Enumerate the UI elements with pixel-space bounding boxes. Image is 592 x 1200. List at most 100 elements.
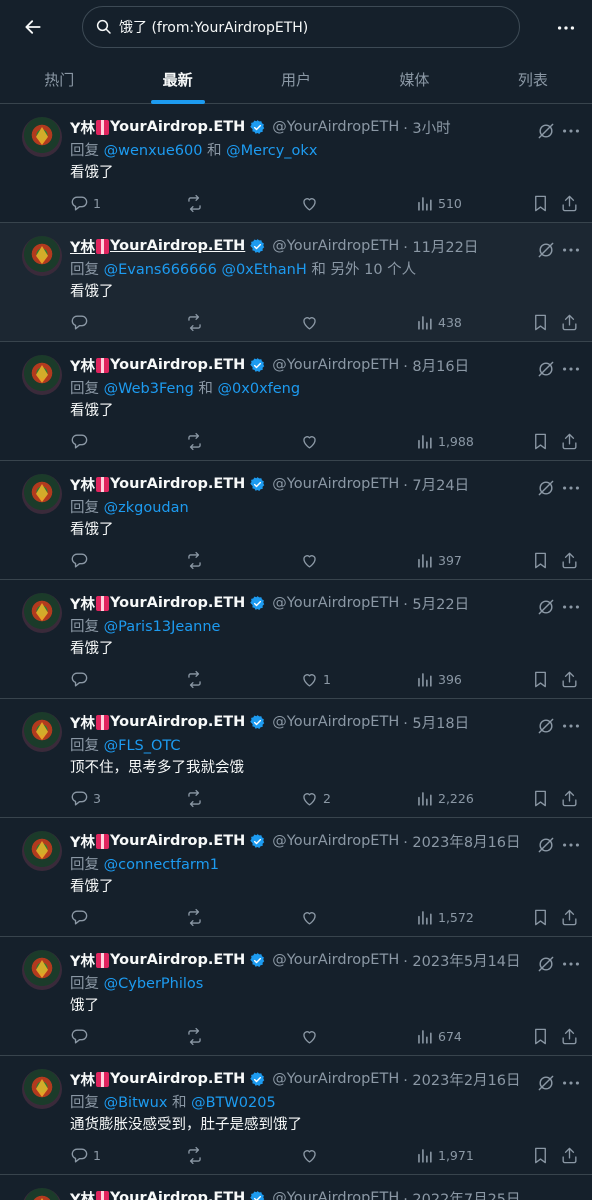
bookmark-button[interactable] [531, 429, 550, 453]
tweet[interactable]: Y林 YourAirdrop.ETH @YourAirdropETH · 11月… [0, 223, 592, 342]
mention-link[interactable]: @Web3Feng [104, 381, 194, 397]
tweet-more-button[interactable] [560, 120, 582, 140]
share-button[interactable] [560, 191, 579, 215]
author-name-suffix[interactable]: YourAirdrop.ETH [110, 119, 245, 135]
tweet-more-button[interactable] [560, 715, 582, 735]
tweet[interactable]: Y林 YourAirdrop.ETH @YourAirdropETH · 202… [0, 818, 592, 937]
author-name-suffix[interactable]: YourAirdrop.ETH [110, 357, 245, 373]
views-button[interactable]: 1,572 [415, 905, 474, 929]
tweet[interactable]: Y林 YourAirdrop.ETH @YourAirdropETH · 5月1… [0, 699, 592, 818]
like-button[interactable]: 2 [300, 786, 331, 810]
tweet-more-button[interactable] [560, 358, 582, 378]
author-name-suffix[interactable]: YourAirdrop.ETH [110, 714, 245, 730]
author-name[interactable]: Y林 [70, 117, 95, 138]
reply-button[interactable]: 3 [70, 786, 101, 810]
reply-button[interactable] [70, 310, 93, 334]
mention-link[interactable]: @connectfarm1 [104, 857, 219, 873]
tweet-time[interactable]: · 2023年2月16日 [403, 1069, 520, 1090]
share-button[interactable] [560, 429, 579, 453]
search-input[interactable] [119, 19, 499, 35]
mention-link[interactable]: @zkgoudan [104, 500, 189, 516]
like-button[interactable] [300, 1143, 323, 1167]
share-button[interactable] [560, 548, 579, 572]
tab-media[interactable]: 媒体 [355, 54, 473, 104]
author-name-suffix[interactable]: YourAirdrop.ETH [110, 1190, 245, 1200]
retweet-button[interactable] [185, 786, 208, 810]
retweet-button[interactable] [185, 548, 208, 572]
mention-link[interactable]: @Mercy_okx [226, 143, 317, 159]
views-button[interactable]: 1,971 [415, 1143, 474, 1167]
author-name-suffix[interactable]: YourAirdrop.ETH [110, 595, 245, 611]
tweet-time[interactable]: · 3小时 [403, 117, 450, 138]
author-name[interactable]: Y林 [70, 474, 95, 495]
grok-button[interactable] [536, 954, 556, 974]
retweet-button[interactable] [185, 310, 208, 334]
tweet-time[interactable]: · 7月24日 [403, 474, 469, 495]
tab-top[interactable]: 热门 [0, 54, 118, 104]
author-name[interactable]: Y林 [70, 712, 95, 733]
mention-link[interactable]: @Paris13Jeanne [104, 619, 221, 635]
tab-people[interactable]: 用户 [237, 54, 355, 104]
grok-button[interactable] [536, 716, 556, 736]
tweet[interactable]: Y林 YourAirdrop.ETH @YourAirdropETH · 8月1… [0, 342, 592, 461]
mention-link[interactable]: @FLS_OTC [104, 738, 181, 754]
author-name[interactable]: Y林 [70, 355, 95, 376]
retweet-button[interactable] [185, 429, 208, 453]
like-button[interactable] [300, 191, 323, 215]
bookmark-button[interactable] [531, 1024, 550, 1048]
more-options-button[interactable] [552, 14, 580, 42]
mention-link[interactable]: @BTW0205 [191, 1095, 276, 1111]
author-name[interactable]: Y林 [70, 1069, 95, 1090]
author-name[interactable]: Y林 [70, 593, 95, 614]
back-button[interactable] [18, 12, 48, 42]
views-button[interactable]: 2,226 [415, 786, 474, 810]
grok-button[interactable] [536, 1073, 556, 1093]
grok-button[interactable] [536, 240, 556, 260]
tweet-time[interactable]: · 2023年5月14日 [403, 950, 520, 971]
retweet-button[interactable] [185, 191, 208, 215]
author-name[interactable]: Y林 [70, 950, 95, 971]
share-button[interactable] [560, 667, 579, 691]
tweet-more-button[interactable] [560, 477, 582, 497]
author-name[interactable]: Y林 [70, 236, 95, 257]
mention-link[interactable]: @Evans666666 [104, 262, 217, 278]
bookmark-button[interactable] [531, 548, 550, 572]
author-handle[interactable]: @YourAirdropETH [272, 1071, 399, 1087]
reply-button[interactable]: 1 [70, 191, 101, 215]
author-handle[interactable]: @YourAirdropETH [272, 1190, 399, 1200]
reply-button[interactable] [70, 905, 93, 929]
retweet-button[interactable] [185, 905, 208, 929]
views-button[interactable]: 438 [415, 310, 462, 334]
bookmark-button[interactable] [531, 905, 550, 929]
bookmark-button[interactable] [531, 786, 550, 810]
search-box[interactable] [82, 6, 520, 48]
grok-button[interactable] [536, 359, 556, 379]
author-name-suffix[interactable]: YourAirdrop.ETH [110, 833, 245, 849]
tweet-time[interactable]: · 2022年7月25日 [403, 1188, 520, 1200]
tweet[interactable]: Y林 YourAirdrop.ETH @YourAirdropETH · 7月2… [0, 461, 592, 580]
mention-link[interactable]: @0xEthanH [221, 262, 306, 278]
tweet[interactable]: Y林 YourAirdrop.ETH @YourAirdropETH · 202… [0, 1175, 592, 1200]
author-handle[interactable]: @YourAirdropETH [272, 952, 399, 968]
mention-link[interactable]: @wenxue600 [104, 143, 203, 159]
author-handle[interactable]: @YourAirdropETH [272, 476, 399, 492]
author-handle[interactable]: @YourAirdropETH [272, 357, 399, 373]
tweet-more-button[interactable] [560, 953, 582, 973]
avatar[interactable] [22, 593, 62, 633]
share-button[interactable] [560, 1143, 579, 1167]
retweet-button[interactable] [185, 1143, 208, 1167]
tweet-time[interactable]: · 2023年8月16日 [403, 831, 520, 852]
share-button[interactable] [560, 310, 579, 334]
grok-button[interactable] [536, 121, 556, 141]
bookmark-button[interactable] [531, 310, 550, 334]
avatar[interactable] [22, 474, 62, 514]
grok-button[interactable] [536, 478, 556, 498]
avatar[interactable] [22, 1188, 62, 1200]
tweet[interactable]: Y林 YourAirdrop.ETH @YourAirdropETH · 3小时… [0, 104, 592, 223]
like-button[interactable] [300, 905, 323, 929]
retweet-button[interactable] [185, 1024, 208, 1048]
avatar[interactable] [22, 831, 62, 871]
tweet[interactable]: Y林 YourAirdrop.ETH @YourAirdropETH · 5月2… [0, 580, 592, 699]
tab-latest[interactable]: 最新 [118, 54, 236, 104]
reply-button[interactable]: 1 [70, 1143, 101, 1167]
